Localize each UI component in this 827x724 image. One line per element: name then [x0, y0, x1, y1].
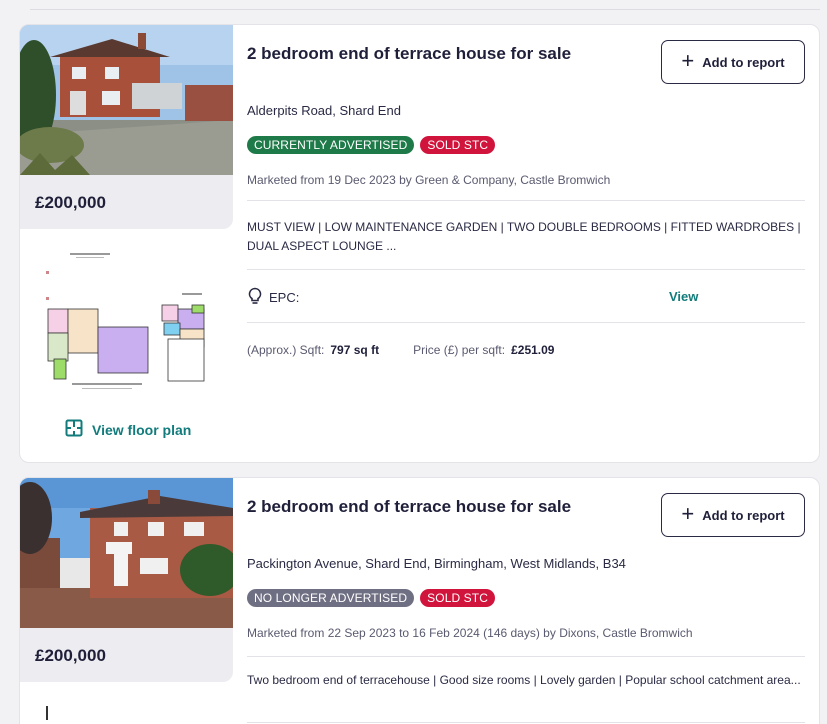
- status-badge: CURRENTLY ADVERTISED: [247, 136, 415, 154]
- property-price: £200,000: [35, 193, 106, 212]
- epc-row: EPC:: [247, 287, 299, 308]
- property-card[interactable]: £200,000 2 bedroom end of terrace house …: [19, 477, 820, 724]
- view-floor-plan-label: View floor plan: [92, 421, 192, 438]
- lightbulb-icon: [247, 287, 263, 308]
- card-left-column: £200,000: [20, 478, 233, 724]
- add-to-report-label: Add to report: [702, 507, 785, 523]
- sqft-label: (Approx.) Sqft:: [247, 343, 325, 357]
- listing-title[interactable]: 2 bedroom end of terrace house for sale: [247, 44, 571, 64]
- listing-address: Alderpits Road, Shard End: [247, 103, 401, 118]
- status-badges: NO LONGER ADVERTISED SOLD STC: [247, 589, 495, 607]
- plus-icon: +: [681, 501, 695, 526]
- top-divider: [30, 9, 820, 10]
- divider: [247, 200, 805, 201]
- size-stats: (Approx.) Sqft: 797 sq ft Price (£) per sq…: [247, 343, 554, 357]
- divider: [247, 656, 805, 657]
- property-photo[interactable]: [20, 25, 233, 175]
- status-badge: NO LONGER ADVERTISED: [247, 589, 415, 607]
- listing-address: Packington Avenue, Shard End, Birmingham…: [247, 556, 626, 571]
- add-to-report-button[interactable]: + Add to report: [661, 493, 805, 537]
- price-panel: £200,000: [20, 175, 233, 229]
- price-panel: £200,000: [20, 628, 233, 682]
- marketed-info: Marketed from 22 Sep 2023 to 16 Feb 2024…: [247, 626, 693, 640]
- view-floor-plan-link[interactable]: View floor plan: [65, 419, 191, 440]
- divider: [247, 322, 805, 323]
- property-price: £200,000: [35, 646, 106, 665]
- sqft-value: 797 sq ft: [330, 343, 380, 357]
- floor-plan-thumbnail[interactable]: [42, 247, 208, 397]
- add-to-report-button[interactable]: + Add to report: [661, 40, 805, 84]
- floor-plan-icon: [65, 419, 83, 440]
- epc-view-link[interactable]: View: [669, 289, 698, 304]
- plus-icon: +: [681, 48, 695, 73]
- status-badge: SOLD STC: [420, 589, 495, 607]
- divider: [247, 269, 805, 270]
- price-per-sqft-value: £251.09: [511, 343, 555, 357]
- property-photo[interactable]: [20, 478, 233, 628]
- floor-plan-thumbnail: [46, 706, 48, 720]
- price-per-sqft-label: Price (£) per sqft:: [413, 343, 506, 357]
- status-badge: SOLD STC: [420, 136, 496, 154]
- status-badges: CURRENTLY ADVERTISED SOLD STC: [247, 136, 496, 154]
- listing-description: Two bedroom end of terracehouse | Good s…: [247, 673, 801, 687]
- listing-description: MUST VIEW | LOW MAINTENANCE GARDEN | TWO…: [247, 220, 801, 253]
- property-card[interactable]: £200,000 View floor plan 2 bedroom end o…: [19, 24, 820, 463]
- card-left-column: £200,000: [20, 25, 233, 462]
- add-to-report-label: Add to report: [702, 54, 785, 70]
- divider: [247, 722, 805, 723]
- listing-title[interactable]: 2 bedroom end of terrace house for sale: [247, 497, 571, 517]
- epc-label: EPC:: [269, 290, 300, 305]
- marketed-info: Marketed from 19 Dec 2023 by Green & Com…: [247, 173, 611, 187]
